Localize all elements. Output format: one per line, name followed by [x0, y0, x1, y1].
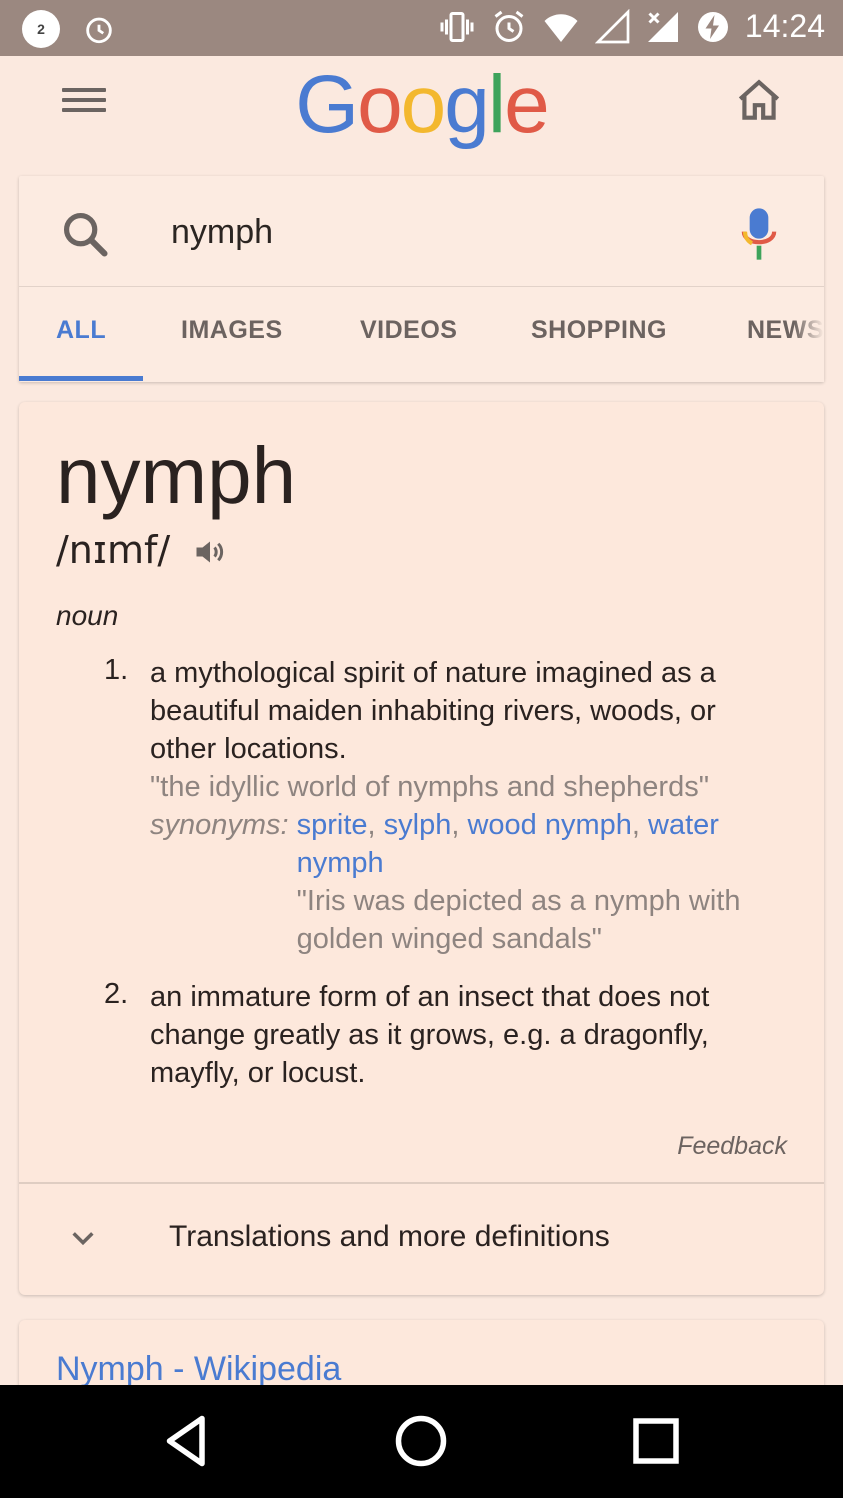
logo-letter: g: [444, 59, 490, 150]
vibrate-icon: [440, 11, 474, 42]
logo-letter: o: [400, 59, 447, 150]
search-card: ALL IMAGES VIDEOS SHOPPING NEWS: [19, 176, 824, 382]
separator: ,: [367, 809, 384, 841]
recent-apps-icon[interactable]: [626, 1411, 686, 1471]
sense-example: "the idyllic world of nymphs and shepher…: [150, 771, 709, 803]
clock-time: 14:24: [744, 8, 825, 44]
synonym-link[interactable]: sprite: [297, 809, 368, 841]
synonym-link[interactable]: sylph: [384, 809, 452, 841]
home-icon[interactable]: [730, 76, 788, 126]
search-tabs: ALL IMAGES VIDEOS SHOPPING NEWS: [19, 288, 824, 382]
synonym-example: "Iris was depicted as a nymph with golde…: [296, 885, 741, 955]
active-tab-indicator: [19, 376, 143, 381]
wifi-icon: [544, 13, 578, 42]
headword: nymph: [56, 431, 297, 520]
more-definitions-label: Translations and more definitions: [169, 1220, 610, 1253]
logo-letter: G: [295, 59, 359, 150]
separator: ,: [451, 809, 468, 841]
home-nav-icon[interactable]: [391, 1411, 451, 1471]
tab-shopping[interactable]: SHOPPING: [531, 316, 667, 345]
signal-empty-icon: [594, 8, 630, 43]
synonyms-links: sprite, sylph, wood nymph, water nymph: [297, 806, 770, 882]
back-icon[interactable]: [157, 1411, 217, 1471]
tab-all[interactable]: ALL: [56, 316, 106, 345]
google-logo[interactable]: Google: [0, 58, 843, 152]
part-of-speech: noun: [56, 600, 119, 631]
sense-number: 1.: [104, 654, 129, 686]
sense-definition: a mythological spirit of nature imagined…: [150, 657, 716, 765]
alarm-icon: [494, 10, 524, 42]
battery-charging-icon: [697, 11, 728, 42]
alarm-clock-icon: [86, 17, 112, 44]
phonetic-spelling: /nɪmf/: [56, 528, 171, 572]
tab-images[interactable]: IMAGES: [181, 316, 283, 345]
result-title-link[interactable]: Nymph - Wikipedia: [56, 1350, 341, 1389]
app-header: Google: [0, 56, 843, 166]
status-bar: 2 14:24: [0, 0, 843, 56]
notification-count-icon: 2: [22, 10, 60, 48]
logo-letter: e: [504, 59, 550, 150]
chevron-down-icon: [72, 1232, 94, 1246]
tab-videos[interactable]: VIDEOS: [360, 316, 457, 345]
synonyms-label: synonyms:: [150, 809, 289, 841]
logo-letter: l: [487, 59, 506, 150]
synonyms-list: sprite, sylph, wood nymph, water nymph "…: [289, 806, 770, 958]
search-bar: [19, 176, 824, 287]
feedback-link[interactable]: Feedback: [677, 1132, 787, 1161]
sense-number: 2.: [104, 978, 129, 1010]
sense-content: a mythological spirit of nature imagined…: [150, 654, 770, 958]
more-definitions-button[interactable]: Translations and more definitions: [19, 1184, 824, 1295]
speaker-icon[interactable]: [191, 534, 229, 570]
dictionary-card: nymph /nɪmf/ noun 1. a mythological spir…: [19, 402, 824, 1295]
synonyms: synonyms: sprite, sylph, wood nymph, wat…: [150, 806, 770, 958]
tab-fade: [794, 288, 824, 382]
signal-no-service-icon: [647, 11, 678, 42]
logo-letter: o: [357, 59, 403, 150]
navigation-bar: [0, 1385, 843, 1498]
search-input[interactable]: [169, 206, 689, 258]
microphone-icon[interactable]: [739, 206, 779, 262]
synonym-link[interactable]: wood nymph: [467, 809, 631, 841]
sense-definition: an immature form of an insect that does …: [150, 981, 710, 1089]
search-icon[interactable]: [59, 208, 111, 260]
separator: ,: [631, 809, 649, 841]
